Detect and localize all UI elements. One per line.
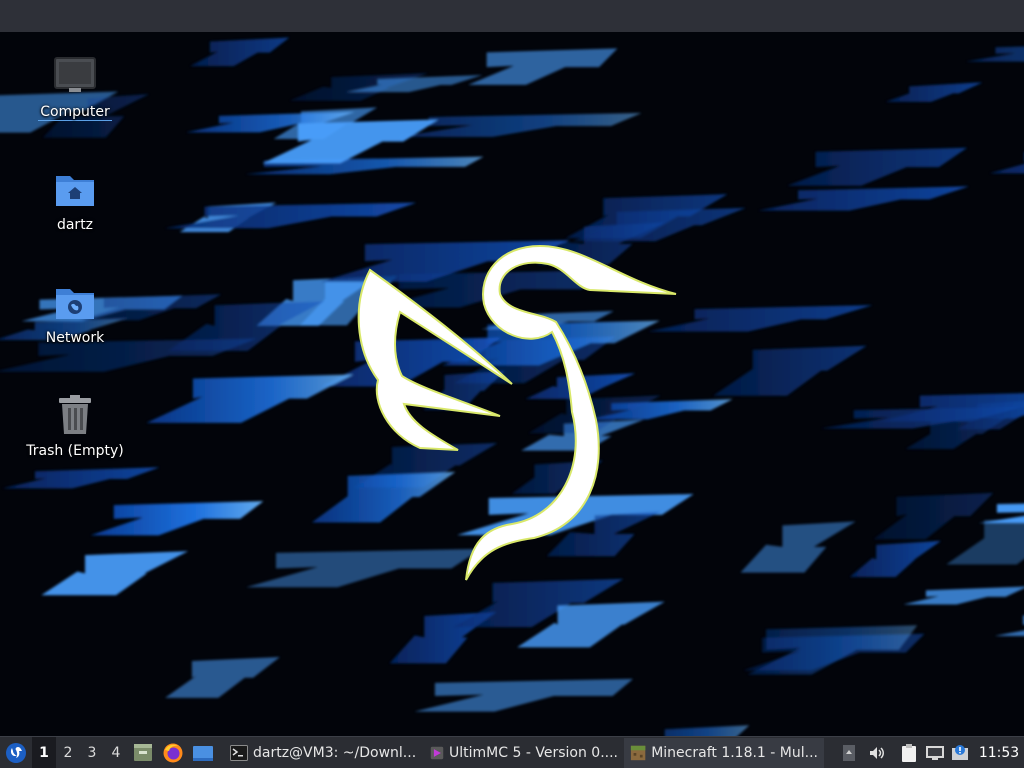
minecraft-icon bbox=[630, 745, 646, 760]
wallpaper-streak bbox=[90, 501, 264, 536]
workspace-2[interactable]: 2 bbox=[56, 737, 80, 768]
task-minecraft[interactable]: Minecraft 1.18.1 - Mul... bbox=[624, 737, 824, 768]
trash-icon bbox=[51, 391, 99, 439]
task-label: UltimMC 5 - Version 0.... bbox=[449, 744, 618, 761]
wallpaper-streak bbox=[647, 305, 873, 332]
file-manager-launcher[interactable] bbox=[128, 737, 158, 768]
volume-button[interactable] bbox=[862, 737, 892, 768]
taskbar: 1 2 3 4 dartz@VM3: ~/Downl... UltimMC 5 … bbox=[0, 736, 1024, 768]
wallpaper-streak bbox=[885, 82, 983, 102]
task-label: dartz@VM3: ~/Downl... bbox=[253, 744, 417, 761]
workspace-1[interactable]: 1 bbox=[32, 736, 56, 768]
top-bar bbox=[0, 0, 1024, 32]
task-ultimmc[interactable]: UltimMC 5 - Version 0.... bbox=[424, 738, 624, 768]
desktop-icon-trash[interactable]: Trash (Empty) bbox=[20, 391, 130, 459]
network-folder-icon bbox=[51, 278, 99, 326]
ultimmc-icon bbox=[430, 746, 444, 759]
wallpaper-streak bbox=[146, 374, 354, 423]
lubuntu-start-icon bbox=[6, 742, 26, 763]
firefox-launcher[interactable] bbox=[158, 737, 188, 768]
clipboard-button[interactable] bbox=[896, 737, 922, 768]
wallpaper-streak bbox=[664, 725, 750, 736]
wallpaper-streak bbox=[740, 521, 856, 573]
workspace-4[interactable]: 4 bbox=[104, 737, 128, 768]
wallpaper-streak bbox=[41, 551, 189, 596]
show-desktop-icon bbox=[193, 745, 213, 761]
clock[interactable]: 11:53 bbox=[974, 737, 1024, 768]
firefox-icon bbox=[163, 743, 183, 762]
wallpaper-streak bbox=[414, 678, 634, 712]
update-notifier-button[interactable] bbox=[948, 737, 974, 768]
wallpaper-streak bbox=[311, 471, 456, 523]
wallpaper-streak bbox=[849, 540, 941, 577]
show-desktop-launcher[interactable] bbox=[188, 737, 218, 768]
desktop-icon-label: dartz bbox=[56, 217, 94, 233]
desktop-icon-label: Computer bbox=[38, 104, 112, 121]
monitor-icon bbox=[51, 52, 99, 100]
wallpaper-streak bbox=[965, 46, 1024, 62]
network-status-button[interactable] bbox=[922, 737, 948, 768]
wallpaper-streak bbox=[2, 467, 160, 489]
wallpaper-streak bbox=[787, 147, 968, 186]
wallpaper-streak bbox=[262, 119, 439, 164]
desktop-screen: Computer dartz Network Trash (Empty) 1 2… bbox=[0, 0, 1024, 768]
workspace-3[interactable]: 3 bbox=[80, 737, 104, 768]
desktop-icon-computer[interactable]: Computer bbox=[20, 52, 130, 121]
tray-expand-button[interactable] bbox=[836, 737, 862, 768]
desktop-icon-home[interactable]: dartz bbox=[20, 165, 130, 233]
wallpaper-streak bbox=[168, 301, 325, 351]
desktop-icon-label: Trash (Empty) bbox=[26, 443, 124, 459]
wallpaper-streak bbox=[873, 492, 994, 540]
task-label: Minecraft 1.18.1 - Mul... bbox=[651, 744, 818, 761]
wallpaper-streak bbox=[994, 615, 1024, 636]
home-folder-icon bbox=[51, 165, 99, 213]
update-notifier-icon bbox=[952, 744, 968, 760]
desktop-icon-label: Network bbox=[45, 330, 105, 346]
task-terminal[interactable]: dartz@VM3: ~/Downl... bbox=[224, 738, 424, 768]
wallpaper-streak bbox=[246, 548, 482, 588]
terminal-icon bbox=[230, 744, 248, 761]
wallpaper-streak bbox=[946, 518, 1024, 565]
wallpaper-streak bbox=[903, 586, 1024, 605]
wallpaper-streak bbox=[468, 48, 618, 85]
file-manager-icon bbox=[134, 743, 152, 761]
wallpaper-streak bbox=[165, 656, 280, 698]
wallpaper-streak bbox=[713, 345, 867, 396]
tray-arrow-icon bbox=[843, 744, 855, 761]
clipboard-icon bbox=[902, 743, 916, 762]
volume-icon bbox=[870, 746, 884, 759]
wallpaper-streak bbox=[758, 186, 969, 211]
system-tray: 11:53 bbox=[836, 737, 1024, 768]
wallpaper-streak bbox=[164, 202, 417, 229]
wallpaper-art bbox=[0, 37, 1024, 736]
wallpaper-streak bbox=[190, 37, 290, 67]
wallpaper-streak bbox=[398, 113, 642, 137]
wallpaper-streak bbox=[989, 163, 1024, 174]
wallpaper bbox=[0, 32, 1024, 736]
desktop-icon-network[interactable]: Network bbox=[20, 278, 130, 346]
start-menu-button[interactable] bbox=[0, 737, 32, 768]
network-status-icon bbox=[926, 745, 944, 760]
